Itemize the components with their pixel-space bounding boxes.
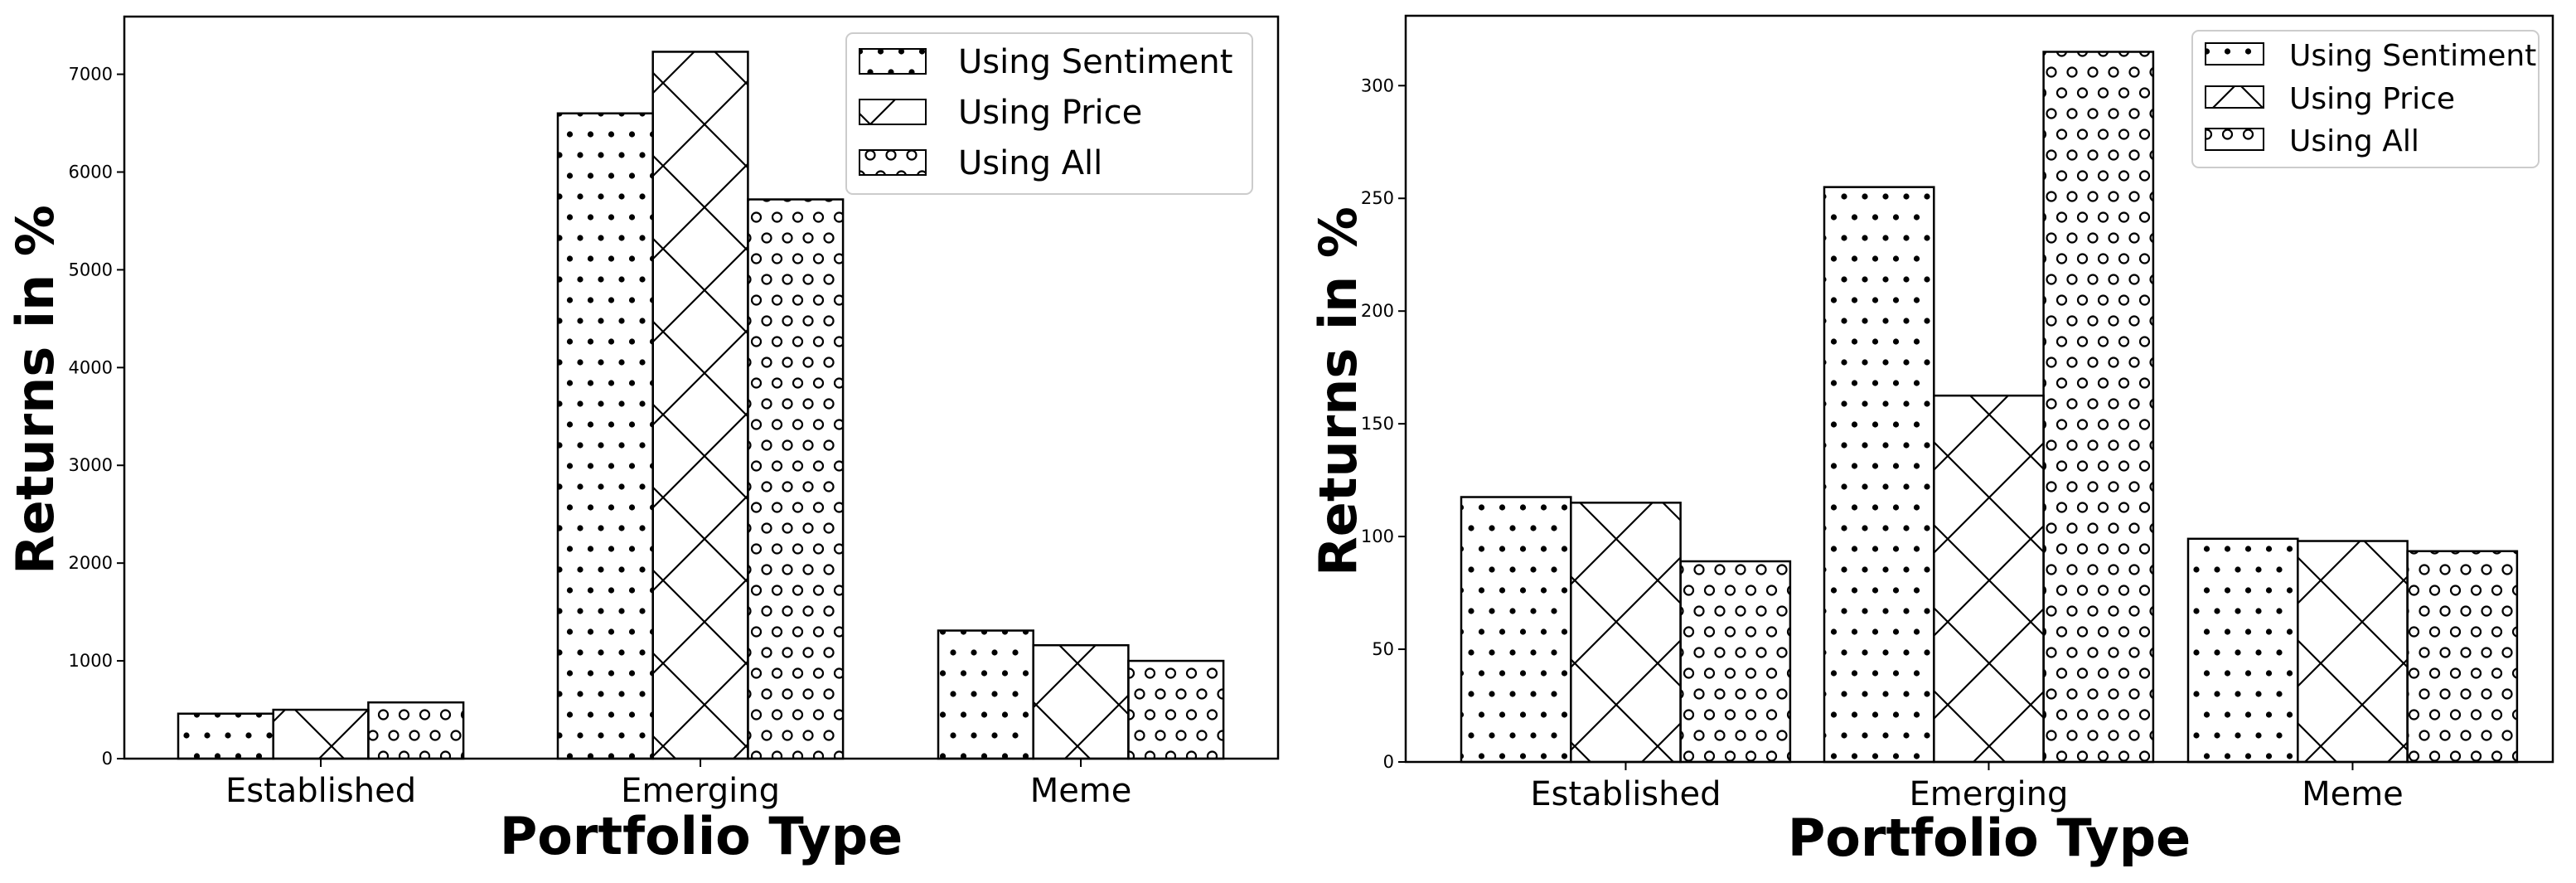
right-bar-established-cross — [1570, 502, 1682, 764]
left-y-tick-label: 0 — [102, 749, 113, 769]
right-x-tick-label: Established — [1530, 775, 1721, 813]
left-x-ticks: Established Emerging Meme — [225, 759, 1131, 810]
left-y-axis-title: Returns in % — [5, 205, 65, 575]
left-bar-established-circles — [367, 701, 465, 760]
left-bar-established-dots — [177, 712, 274, 760]
left-y-tick-label: 2000 — [69, 553, 113, 573]
left-legend-label: Using Price — [958, 94, 1142, 132]
left-x-tick-label: Meme — [1030, 772, 1132, 810]
right-legend-swatch-dots — [2205, 42, 2264, 65]
right-legend-swatch-cross — [2205, 85, 2264, 109]
left-x-axis-title: Portfolio Type — [500, 806, 903, 866]
right-bar-meme-dots — [2186, 537, 2299, 764]
right-bar-emerging-cross — [1933, 394, 2045, 764]
figure: 01000200030004000500060007000 Establishe… — [5, 14, 2554, 868]
right-x-tick-label: Meme — [2302, 775, 2404, 813]
right-bar-emerging-circles — [2042, 51, 2155, 764]
left-bar-established-cross — [272, 708, 370, 760]
right-bar-established-circles — [1679, 560, 1792, 764]
right-chart: 050100150200250300 Established Emerging Me… — [1308, 14, 2554, 868]
left-y-tick-label: 5000 — [69, 260, 113, 279]
right-y-tick-label: 300 — [1361, 75, 1394, 95]
right-y-tick-label: 0 — [1383, 752, 1394, 772]
left-y-tick-label: 4000 — [69, 357, 113, 377]
right-legend-label: Using All — [2289, 124, 2419, 158]
left-x-tick-label: Emerging — [621, 772, 780, 810]
right-bar-meme-cross — [2297, 540, 2409, 764]
right-legend: Using Sentiment Using Price Using All — [2191, 30, 2540, 168]
left-legend-swatch-dots — [859, 48, 927, 75]
right-x-axis-title: Portfolio Type — [1788, 808, 2191, 868]
left-legend: Using Sentiment Using Price Using All — [845, 32, 1253, 195]
right-legend-label: Using Sentiment — [2289, 39, 2536, 73]
right-bar-emerging-dots — [1823, 186, 1935, 764]
left-y-ticks: 0 1000 2000 3000 4000 5000 6000 7000 — [69, 65, 124, 769]
left-y-tick-label: 1000 — [69, 651, 113, 671]
right-legend-swatch-circles — [2205, 128, 2264, 151]
left-bar-meme-circles — [1127, 659, 1225, 760]
left-legend-swatch-circles — [859, 149, 927, 176]
left-y-tick-label: 7000 — [69, 65, 113, 85]
left-y-tick-label: 3000 — [69, 455, 113, 475]
left-legend-label: Using All — [958, 144, 1102, 182]
left-y-tick-label: 6000 — [69, 162, 113, 182]
right-x-ticks: Established Emerging Meme — [1530, 762, 2404, 813]
left-bar-emerging-dots — [556, 112, 654, 760]
left-x-tick-label: Established — [225, 772, 416, 810]
right-y-tick-label: 50 — [1372, 639, 1394, 659]
left-bar-emerging-cross — [651, 51, 749, 760]
right-bar-meme-circles — [2406, 550, 2519, 764]
right-bar-established-dots — [1460, 496, 1572, 764]
right-y-tick-label: 250 — [1361, 188, 1394, 208]
right-legend-label: Using Price — [2289, 82, 2455, 116]
left-chart: 0 1000 2000 3000 4000 5000 6000 7000 Establishe… — [5, 15, 1280, 866]
left-bar-meme-cross — [1032, 643, 1130, 760]
right-y-axis-title: Returns in % — [1308, 206, 1368, 576]
left-bar-meme-dots — [937, 629, 1034, 760]
left-legend-swatch-cross — [859, 99, 927, 125]
left-legend-label: Using Sentiment — [958, 43, 1232, 81]
left-bar-emerging-circles — [747, 198, 845, 760]
